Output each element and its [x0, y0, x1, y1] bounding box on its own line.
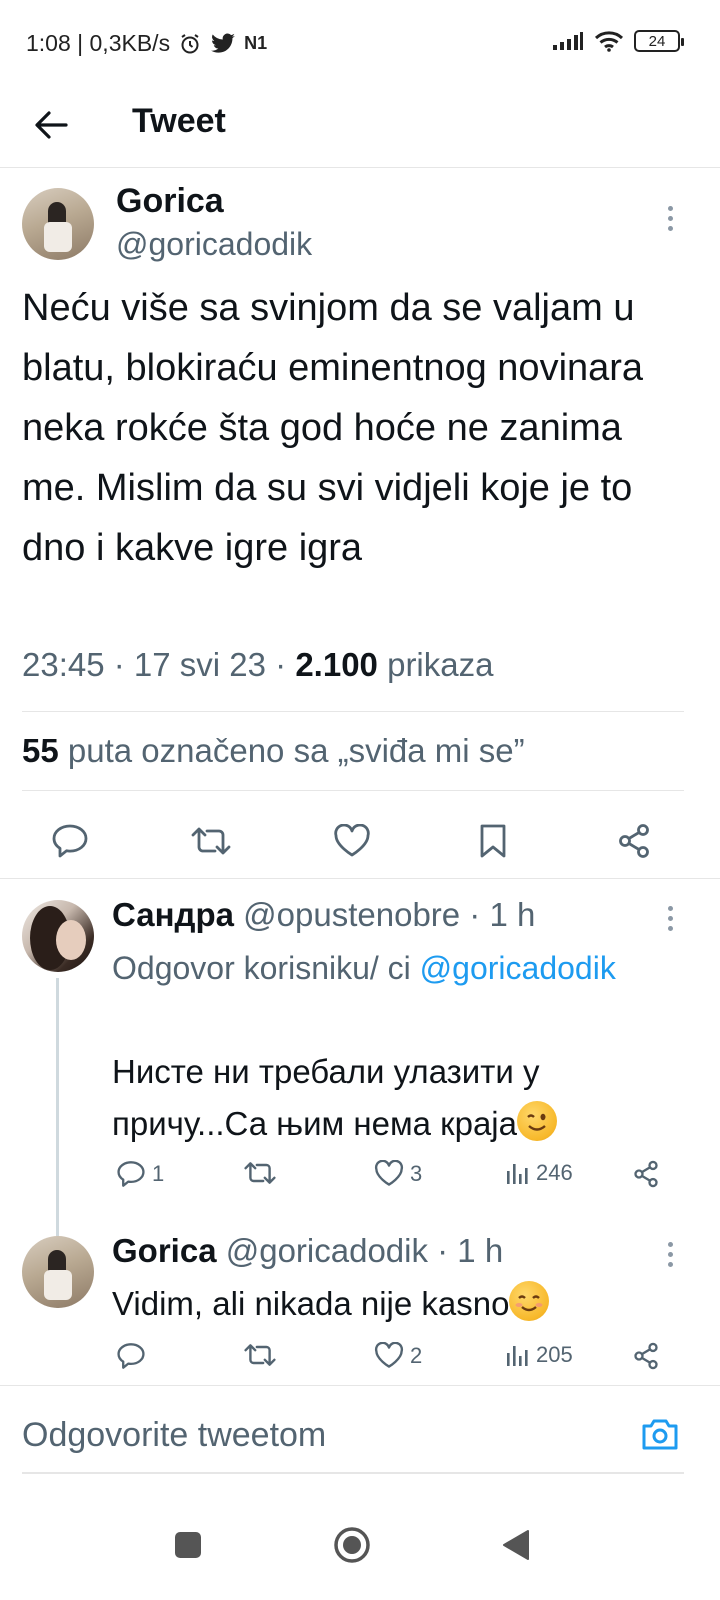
- heart-icon: [374, 1342, 404, 1368]
- reply-header: Сандра @opustenobre · 1 h: [112, 896, 535, 934]
- reply-views-button[interactable]: 205: [506, 1342, 573, 1368]
- reply-to-line: Odgovor korisniku/ ci @goricadodik: [112, 942, 672, 994]
- reply-views-button[interactable]: 246: [506, 1160, 573, 1186]
- twitter-bird-icon: [210, 33, 236, 55]
- analytics-icon: [507, 1164, 528, 1184]
- home-circle-icon: [334, 1527, 370, 1563]
- retweet-button[interactable]: [188, 818, 234, 864]
- more-options-icon[interactable]: [665, 906, 675, 931]
- views-count: 246: [536, 1160, 573, 1185]
- share-icon: [634, 1342, 658, 1370]
- like-button[interactable]: [329, 818, 375, 864]
- views-label: prikaza: [377, 646, 494, 683]
- divider: [22, 790, 684, 791]
- likes-label: puta označeno sa „sviđa mi se”: [58, 732, 525, 769]
- share-button[interactable]: [611, 818, 657, 864]
- views-count: 2.100: [295, 646, 378, 683]
- reply-stats: 2 205: [112, 1342, 672, 1382]
- reply-author-handle[interactable]: @opustenobre · 1 h: [234, 896, 535, 933]
- reply-retweet-button[interactable]: [244, 1342, 282, 1368]
- author-handle[interactable]: @goricadodik: [116, 226, 312, 263]
- reply-text: Vidim, ali nikada nije kasno: [112, 1278, 672, 1330]
- battery-icon: 24: [634, 30, 684, 52]
- status-left: 1:08 | 0,3KB/s N1: [26, 30, 267, 57]
- bookmark-icon: [480, 824, 506, 858]
- share-icon: [619, 824, 649, 858]
- home-button[interactable]: [327, 1520, 377, 1570]
- camera-button[interactable]: [640, 1416, 680, 1456]
- smiling-face-emoji-icon: [509, 1281, 550, 1321]
- comment-icon: [52, 824, 88, 858]
- system-nav-bar: [0, 1490, 720, 1600]
- reply-stats: 1 3 246: [112, 1160, 672, 1200]
- arrow-left-icon: [35, 111, 68, 139]
- status-bar: 1:08 | 0,3KB/s N1 24: [0, 0, 720, 86]
- likes-summary[interactable]: 55 puta označeno sa „sviđa mi se”: [22, 732, 525, 770]
- reply-share-button[interactable]: [632, 1160, 660, 1188]
- battery-level: 24: [648, 32, 666, 50]
- reply-text-body: Нисте ни требали улазити у причу...Са њи…: [112, 1053, 540, 1142]
- more-options-icon[interactable]: [665, 206, 675, 231]
- avatar[interactable]: [22, 188, 94, 260]
- recents-button[interactable]: [163, 1520, 213, 1570]
- reply-to-mention[interactable]: @goricadodik: [420, 950, 616, 986]
- camera-icon: [642, 1419, 678, 1450]
- triangle-back-icon: [503, 1530, 529, 1560]
- wifi-icon: [594, 30, 624, 52]
- retweet-icon: [244, 1162, 276, 1184]
- comment-icon: [117, 1161, 145, 1187]
- reply-comment-button[interactable]: [116, 1342, 152, 1370]
- reply-comment-button[interactable]: 1: [116, 1160, 164, 1188]
- like-count: 2: [410, 1342, 423, 1368]
- reply-author-name[interactable]: Сандра: [112, 896, 234, 933]
- retweet-icon: [191, 827, 231, 855]
- tweet-meta: 23:45 · 17 svi 23 · 2.100 prikaza: [22, 646, 493, 684]
- retweet-icon: [244, 1344, 276, 1366]
- tweet-text: Neću više sa svinjom da se valjam u blat…: [22, 287, 644, 569]
- square-icon: [175, 1532, 201, 1558]
- heart-icon: [374, 1160, 404, 1186]
- reply-retweet-button[interactable]: [244, 1160, 282, 1186]
- tweet-timestamp[interactable]: 23:45 · 17 svi 23 ·: [22, 646, 295, 683]
- views-count: 205: [536, 1342, 573, 1367]
- alarm-icon: [178, 32, 202, 56]
- avatar[interactable]: [22, 1236, 94, 1308]
- reply-button[interactable]: [47, 818, 93, 864]
- divider: [22, 1472, 684, 1474]
- analytics-icon: [507, 1346, 528, 1366]
- page-title: Tweet: [132, 102, 226, 140]
- reply-text: Нисте ни требали улазити у причу...Са њи…: [112, 1046, 672, 1150]
- share-icon: [634, 1160, 658, 1188]
- status-right: 24: [552, 30, 684, 52]
- divider: [0, 878, 720, 879]
- reply-text-body: Vidim, ali nikada nije kasno: [112, 1285, 510, 1322]
- bookmark-button[interactable]: [470, 818, 516, 864]
- likes-count: 55: [22, 732, 59, 769]
- winking-face-emoji-icon: [517, 1101, 557, 1141]
- comment-icon: [117, 1343, 145, 1369]
- back-nav-button[interactable]: [491, 1520, 541, 1570]
- like-count: 3: [410, 1160, 423, 1186]
- tweet-actions: [0, 808, 720, 878]
- reply-share-button[interactable]: [632, 1342, 660, 1370]
- heart-icon: [334, 824, 370, 857]
- divider: [22, 711, 684, 712]
- reply-input[interactable]: Odgovorite tweetom: [22, 1416, 326, 1455]
- avatar[interactable]: [22, 900, 94, 972]
- reply-like-button[interactable]: 3: [374, 1160, 422, 1187]
- signal-icon: [552, 31, 584, 51]
- reply-author-handle[interactable]: @goricadodik · 1 h: [217, 1232, 503, 1269]
- author-name[interactable]: Gorica: [116, 182, 224, 221]
- reply-count: 1: [152, 1161, 165, 1186]
- reply-like-button[interactable]: 2: [374, 1342, 422, 1369]
- reply-header: Gorica @goricadodik · 1 h: [112, 1232, 503, 1270]
- top-header: Tweet: [0, 86, 720, 168]
- reply-to-prefix: Odgovor korisniku/ ci: [112, 950, 420, 986]
- network-n1-label: N1: [244, 33, 268, 53]
- reply-composer[interactable]: Odgovorite tweetom: [0, 1386, 720, 1474]
- reply-author-name[interactable]: Gorica: [112, 1232, 217, 1269]
- status-time-speed: 1:08 | 0,3KB/s: [26, 30, 171, 56]
- back-button[interactable]: [30, 104, 72, 146]
- more-options-icon[interactable]: [665, 1242, 675, 1267]
